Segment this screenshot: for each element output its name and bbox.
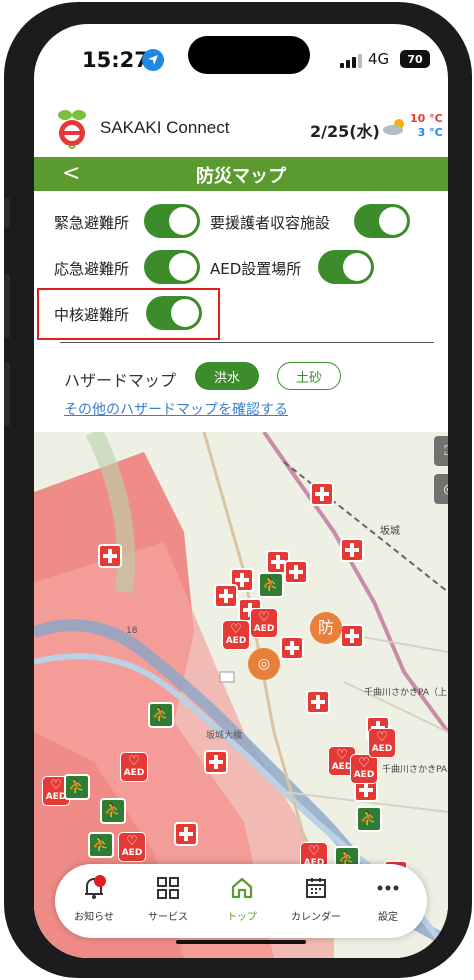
toggle-label-temporary-shelter: 応急避難所 bbox=[54, 260, 130, 278]
calendar-icon bbox=[281, 874, 351, 902]
tab-settings[interactable]: 設定 bbox=[353, 874, 423, 923]
toggle-emergency-shelter[interactable] bbox=[144, 204, 200, 238]
fullscreen-icon[interactable]: ⛶ bbox=[434, 436, 448, 466]
battery-icon: 70 bbox=[400, 50, 430, 68]
toggle-knob bbox=[343, 253, 371, 281]
tab-services[interactable]: サービス bbox=[133, 874, 203, 923]
title-bar: < 防災マップ bbox=[34, 157, 448, 191]
toggle-aed-location[interactable] bbox=[318, 250, 374, 284]
status-bar: 15:27 4G 70 bbox=[34, 24, 448, 104]
map-label-pa-down: 千曲川さかきPA（下り） bbox=[382, 765, 448, 775]
map-marker-evacuation[interactable]: ⛹ bbox=[258, 572, 284, 598]
volume-up-button bbox=[4, 274, 10, 338]
header-date: 2/25(水) bbox=[310, 122, 380, 141]
map-marker-aed[interactable]: AED bbox=[118, 832, 146, 862]
tab-label: 設定 bbox=[378, 912, 398, 923]
chip-landslide[interactable]: 土砂 bbox=[277, 362, 341, 390]
map-marker-shelter[interactable] bbox=[340, 624, 364, 648]
signal-icon bbox=[340, 54, 362, 68]
map-marker-aed[interactable]: AED bbox=[350, 754, 378, 784]
temp-high: 10 °C bbox=[410, 112, 443, 125]
highlight-box bbox=[37, 288, 220, 340]
tab-label: カレンダー bbox=[291, 912, 341, 923]
location-arrow-icon bbox=[142, 49, 164, 71]
map-marker-shelter[interactable] bbox=[306, 690, 330, 714]
map-marker-shelter[interactable] bbox=[284, 560, 308, 584]
tab-calendar[interactable]: カレンダー bbox=[281, 874, 351, 923]
map-marker-aed[interactable]: AED bbox=[222, 620, 250, 650]
page-title: 防災マップ bbox=[196, 166, 286, 187]
map-marker-facility[interactable]: ◎ bbox=[248, 648, 280, 680]
tab-notifications[interactable]: お知らせ bbox=[59, 874, 129, 923]
map-marker-aed[interactable]: AED bbox=[120, 752, 148, 782]
bottom-tab-bar: お知らせ サービス トップ カレンダー 設定 bbox=[55, 864, 427, 938]
status-time: 15:27 bbox=[82, 48, 149, 72]
divider bbox=[60, 342, 434, 343]
map-marker-aed[interactable]: AED bbox=[368, 728, 396, 758]
map-marker-shelter[interactable] bbox=[174, 822, 198, 846]
hazard-map-label: ハザードマップ bbox=[64, 371, 177, 390]
phone-frame: 15:27 4G 70 SAKAKI Connect 2/25(水) 10 °C… bbox=[4, 2, 472, 978]
home-icon bbox=[207, 874, 277, 902]
map-marker-shelter[interactable] bbox=[214, 584, 238, 608]
battery-level: 70 bbox=[407, 52, 423, 66]
map-label-route: 18 bbox=[126, 626, 138, 636]
map-marker-evacuation[interactable]: ⛹ bbox=[148, 702, 174, 728]
toggle-temporary-shelter[interactable] bbox=[144, 250, 200, 284]
network-type: 4G bbox=[368, 50, 390, 68]
more-hazard-maps-link[interactable]: その他のハザードマップを確認する bbox=[64, 399, 288, 419]
map-marker-evacuation[interactable]: ⛹ bbox=[64, 774, 90, 800]
map-marker-shelter[interactable] bbox=[204, 750, 228, 774]
locate-icon[interactable]: ◎ bbox=[434, 474, 448, 504]
map-marker-bosai[interactable]: 防 bbox=[310, 612, 342, 644]
map-marker-shelter[interactable] bbox=[310, 482, 334, 506]
tab-label: お知らせ bbox=[74, 912, 114, 923]
toggle-knob bbox=[169, 253, 197, 281]
volume-down-button bbox=[4, 362, 10, 426]
map-marker-shelter[interactable] bbox=[340, 538, 364, 562]
map-marker-shelter[interactable] bbox=[280, 636, 304, 660]
cloud-sun-icon bbox=[382, 118, 408, 136]
dynamic-island bbox=[188, 36, 310, 74]
bell-icon bbox=[59, 874, 129, 902]
map-label-bridge: 坂城大橋 bbox=[206, 731, 243, 741]
map-label-pa-up: 千曲川さかきPA（上り） bbox=[364, 688, 448, 698]
map-marker-evacuation[interactable]: ⛹ bbox=[100, 798, 126, 824]
grid-icon bbox=[133, 874, 203, 902]
map-marker-shelter[interactable] bbox=[98, 544, 122, 568]
map-marker-evacuation[interactable]: ⛹ bbox=[356, 806, 382, 832]
toggle-knob bbox=[379, 207, 407, 235]
toggle-care-shelter[interactable] bbox=[354, 204, 410, 238]
toggle-label-care-shelter: 要援護者収容施設 bbox=[210, 214, 331, 232]
toggle-knob bbox=[169, 207, 197, 235]
temp-low: 3 °C bbox=[417, 126, 443, 139]
map-marker-aed[interactable]: AED bbox=[250, 608, 278, 638]
home-indicator[interactable] bbox=[176, 940, 306, 944]
more-icon bbox=[353, 874, 423, 902]
app-header: SAKAKI Connect 2/25(水) 10 °C 3 °C bbox=[34, 104, 448, 154]
mute-switch bbox=[4, 198, 10, 228]
tab-top[interactable]: トップ bbox=[207, 874, 277, 923]
tab-label: トップ bbox=[227, 912, 257, 923]
screen: 15:27 4G 70 SAKAKI Connect 2/25(水) 10 °C… bbox=[34, 24, 448, 958]
map-marker-evacuation[interactable]: ⛹ bbox=[88, 832, 114, 858]
toggle-label-emergency-shelter: 緊急避難所 bbox=[54, 214, 130, 232]
temperature: 10 °C 3 °C bbox=[410, 112, 443, 140]
tab-label: サービス bbox=[148, 912, 188, 923]
map-label-sakaki: 坂城 bbox=[380, 526, 400, 537]
app-name: SAKAKI Connect bbox=[100, 118, 230, 137]
sakaki-logo-icon[interactable] bbox=[52, 108, 92, 150]
toggle-label-aed-location: AED設置場所 bbox=[210, 260, 302, 278]
chip-flood[interactable]: 洪水 bbox=[195, 362, 259, 390]
